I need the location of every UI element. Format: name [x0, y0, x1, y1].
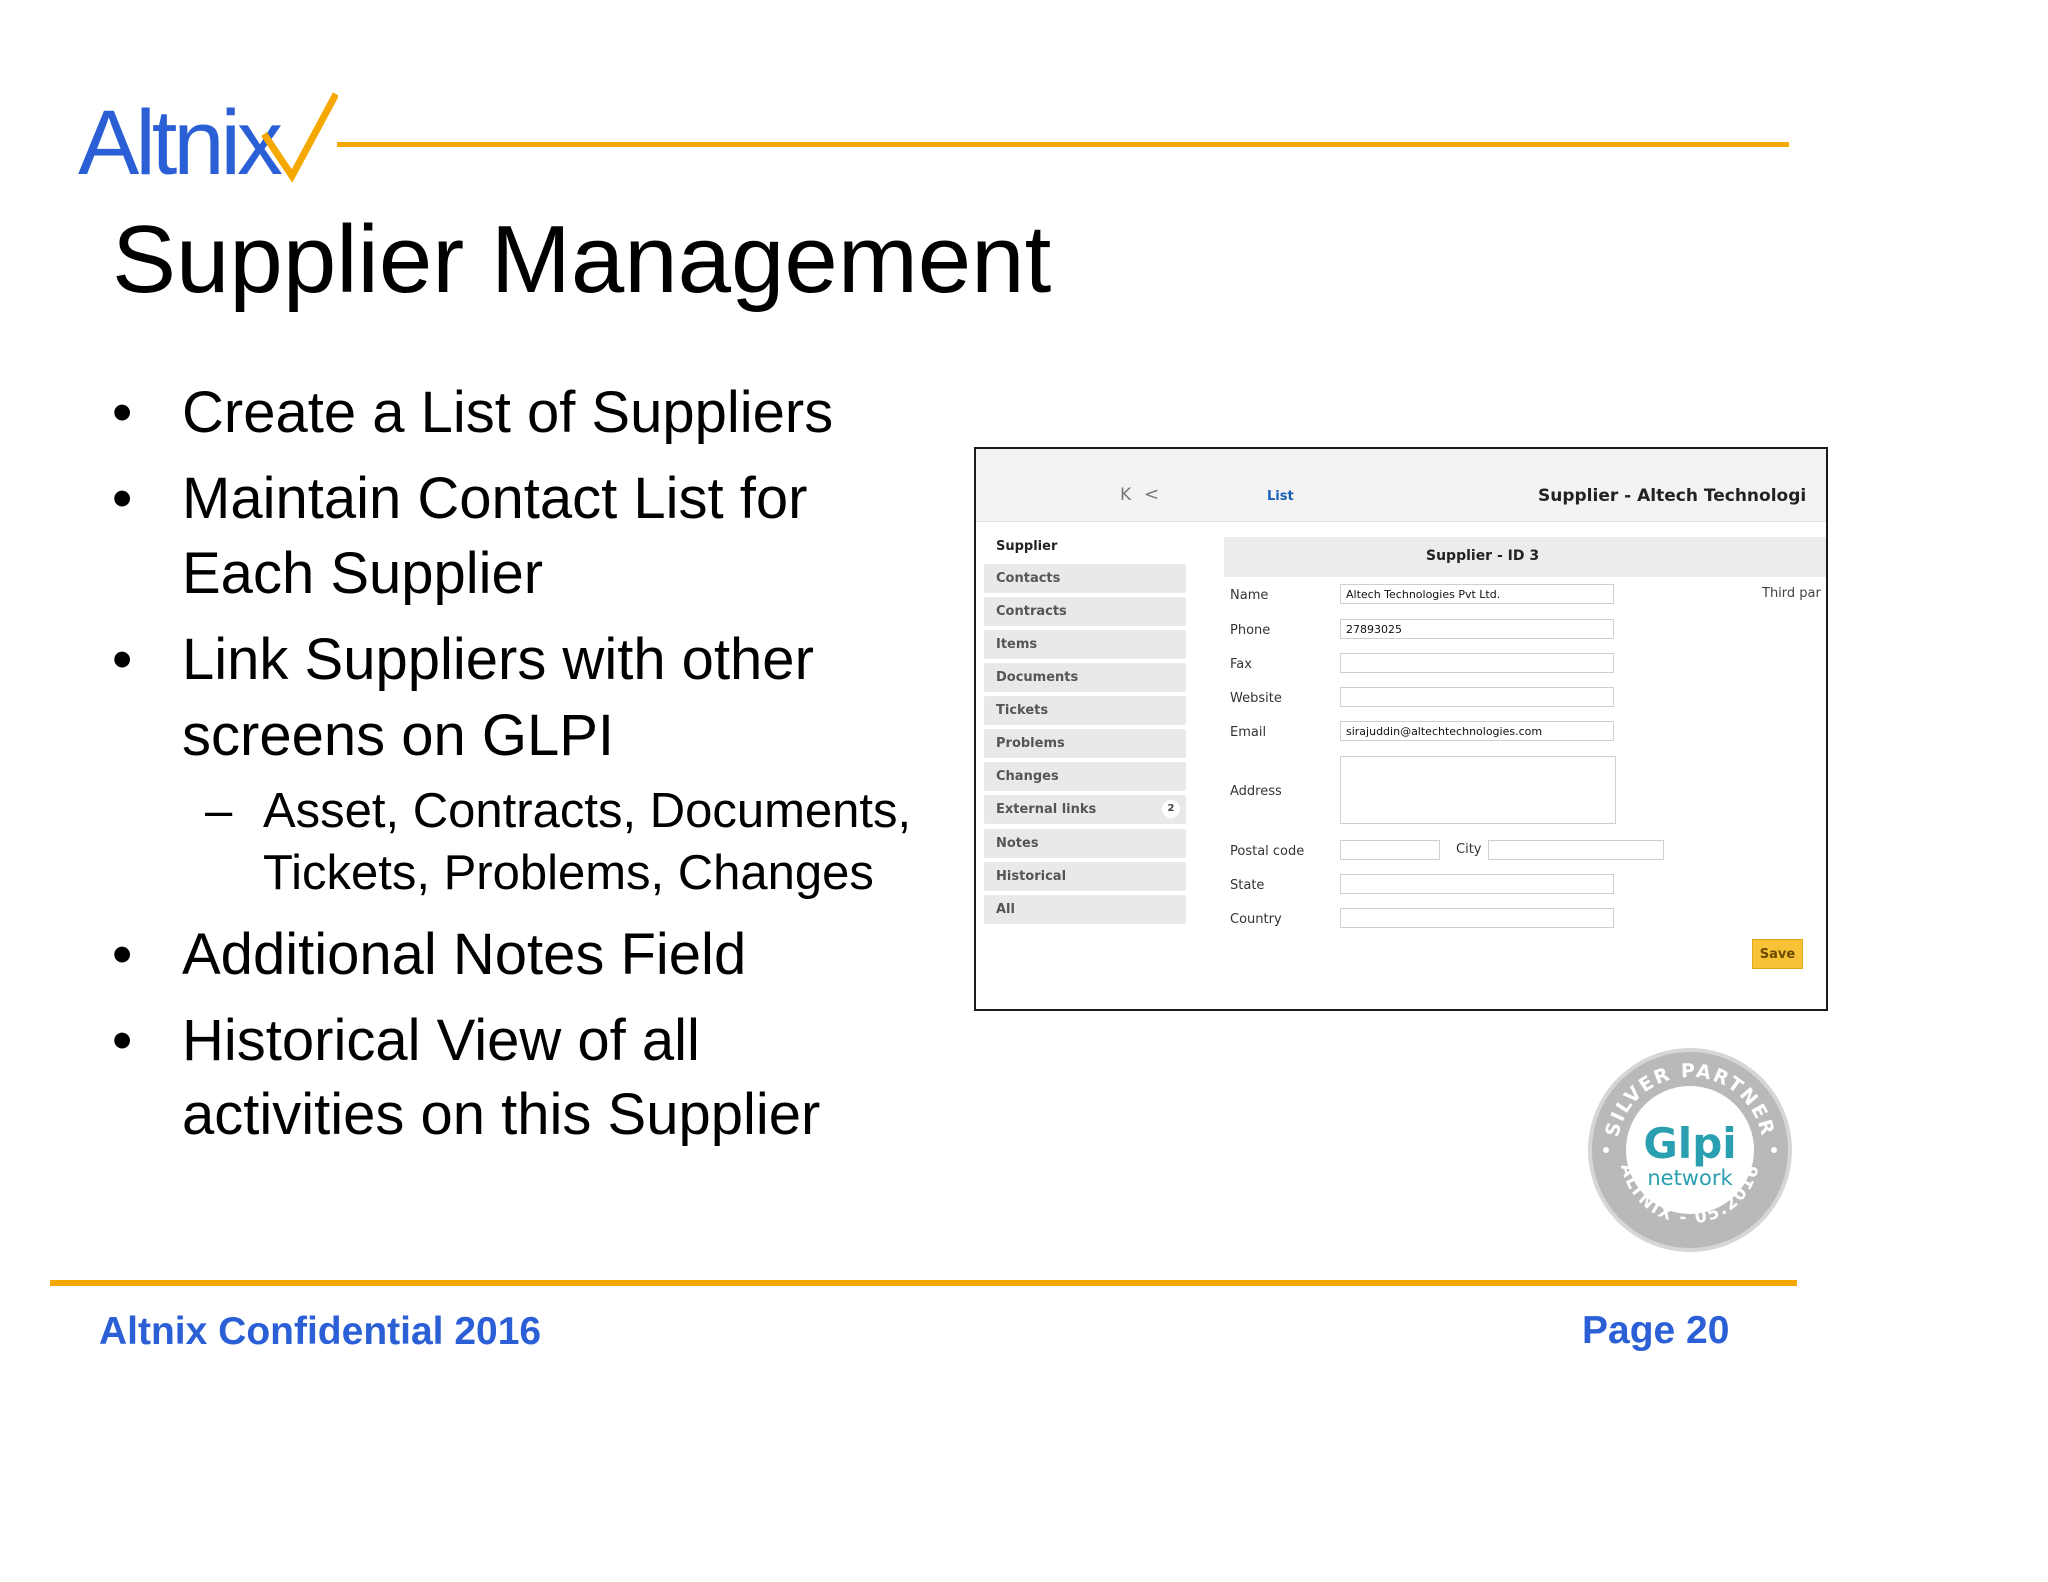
- sub-bullet-text: Asset, Contracts, Documents,: [263, 784, 912, 838]
- page-number: Page 20: [1582, 1309, 1730, 1352]
- slide-title: Supplier Management: [112, 206, 1052, 313]
- sidebar-item-contracts[interactable]: Contracts: [984, 597, 1186, 626]
- bottom-rule: [50, 1280, 1797, 1286]
- supplier-title: Supplier - Altech Technologi: [1538, 486, 1807, 506]
- name-label: Name: [1230, 588, 1269, 603]
- bullet-icon: •: [112, 380, 133, 445]
- postal-code-label: Postal code: [1230, 844, 1305, 859]
- sidebar-item-all[interactable]: All: [984, 895, 1186, 924]
- first-page-icon[interactable]: K: [1120, 485, 1131, 505]
- bullet-text: Create a List of Suppliers: [182, 380, 834, 445]
- sub-bullet-text: Tickets, Problems, Changes: [263, 846, 874, 900]
- phone-field[interactable]: 27893025: [1340, 619, 1614, 639]
- postal-code-field[interactable]: [1340, 840, 1440, 860]
- city-label: City: [1456, 842, 1482, 857]
- bullet-icon: •: [112, 627, 133, 692]
- previous-icon[interactable]: <: [1144, 484, 1159, 505]
- phone-label: Phone: [1230, 623, 1271, 638]
- bullet-text: Link Suppliers with other: [182, 627, 814, 692]
- form-header-title: Supplier - ID 3: [1426, 548, 1540, 564]
- sidebar-item-notes[interactable]: Notes: [984, 829, 1186, 858]
- bullet-text: Each Supplier: [182, 541, 544, 606]
- state-label: State: [1230, 878, 1265, 893]
- sidebar-item-supplier[interactable]: Supplier: [996, 539, 1057, 554]
- count-badge: 2: [1162, 800, 1180, 818]
- sidebar-item-tickets[interactable]: Tickets: [984, 696, 1186, 725]
- country-label: Country: [1230, 912, 1282, 927]
- glpi-screenshot: K < List Supplier - Altech Technologi Su…: [974, 447, 1828, 1011]
- address-textarea[interactable]: [1340, 756, 1616, 824]
- glpi-logo-text: Glpi: [1643, 1119, 1736, 1168]
- city-field[interactable]: [1488, 840, 1664, 860]
- silver-partner-badge: SILVER PARTNER ALTNIX - 05.2016 Glpi net…: [1588, 1048, 1792, 1252]
- website-field[interactable]: [1340, 687, 1614, 707]
- state-field[interactable]: [1340, 874, 1614, 894]
- bullet-text: Historical View of all: [182, 1008, 700, 1073]
- bullet-text: Maintain Contact List for: [182, 466, 808, 531]
- top-rule: [337, 142, 1789, 147]
- sidebar-item-external-links[interactable]: External links 2: [984, 795, 1186, 824]
- bullet-icon: •: [112, 1008, 133, 1073]
- badge-network-text: network: [1647, 1166, 1733, 1190]
- list-link[interactable]: List: [1267, 489, 1294, 504]
- name-field[interactable]: Altech Technologies Pvt Ltd.: [1340, 584, 1614, 604]
- bullet-text: screens on GLPI: [182, 703, 614, 768]
- bullet-text: activities on this Supplier: [182, 1082, 821, 1147]
- fax-field[interactable]: [1340, 653, 1614, 673]
- fax-label: Fax: [1230, 657, 1252, 672]
- sidebar-item-historical[interactable]: Historical: [984, 862, 1186, 891]
- svg-text:Altnix: Altnix: [78, 92, 283, 188]
- website-label: Website: [1230, 691, 1282, 706]
- address-label: Address: [1230, 784, 1282, 799]
- dash-icon: –: [205, 784, 233, 838]
- country-field[interactable]: [1340, 908, 1614, 928]
- bullet-icon: •: [112, 466, 133, 531]
- bullet-icon: •: [112, 922, 133, 987]
- sidebar-item-changes[interactable]: Changes: [984, 762, 1186, 791]
- sidebar-item-problems[interactable]: Problems: [984, 729, 1186, 758]
- footer-confidential: Altnix Confidential 2016: [99, 1310, 542, 1353]
- email-field[interactable]: sirajuddin@altechtechnologies.com: [1340, 721, 1614, 741]
- altnix-logo: Altnix: [78, 92, 338, 188]
- sidebar-item-items[interactable]: Items: [984, 630, 1186, 659]
- sidebar-item-documents[interactable]: Documents: [984, 663, 1186, 692]
- sidebar-item-label: External links: [996, 802, 1097, 817]
- third-party-label: Third par: [1762, 586, 1821, 601]
- email-label: Email: [1230, 725, 1267, 740]
- save-button[interactable]: Save: [1752, 939, 1803, 969]
- sidebar-item-contacts[interactable]: Contacts: [984, 564, 1186, 593]
- bullet-text: Additional Notes Field: [182, 922, 747, 987]
